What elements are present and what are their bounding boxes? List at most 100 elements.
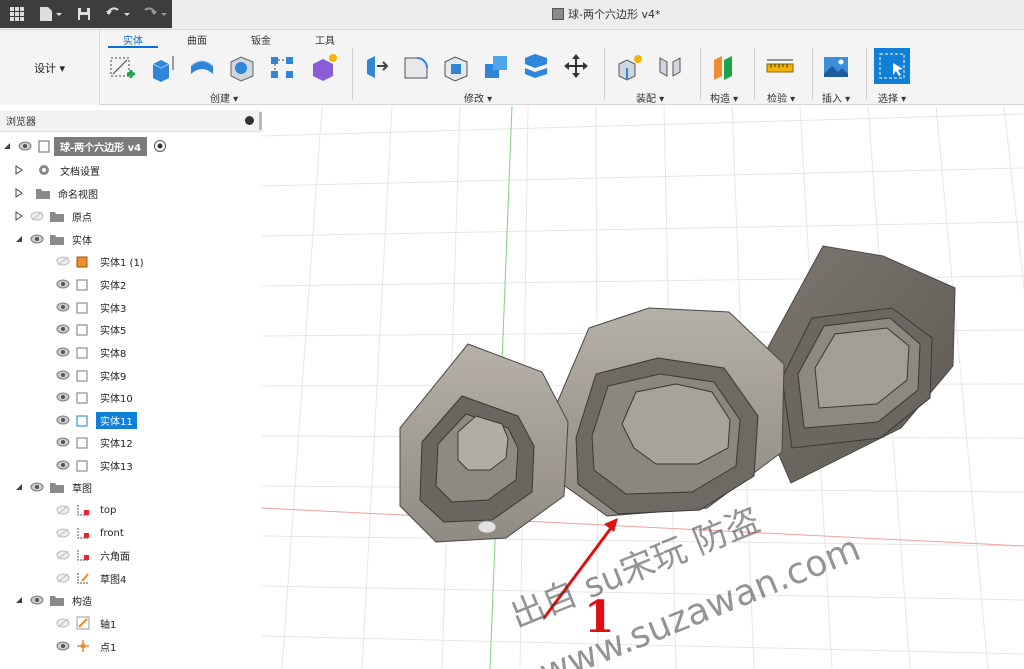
- sketch-label: 草图4: [100, 574, 127, 586]
- sketch-locked-icon: [77, 528, 89, 539]
- revolve-tool[interactable]: [186, 50, 218, 84]
- measure-tool[interactable]: [764, 50, 796, 84]
- tab-surface[interactable]: 曲面: [172, 30, 222, 48]
- eye-icon[interactable]: [56, 347, 70, 357]
- body-row[interactable]: 实体10: [50, 387, 133, 407]
- rectangular-pattern-tool[interactable]: [266, 50, 298, 84]
- body-row-selected[interactable]: 实体11: [50, 410, 137, 430]
- browser-item-doc-settings[interactable]: 文档设置: [14, 160, 100, 180]
- gear-icon: [39, 165, 49, 175]
- grid-menu-icon[interactable]: [4, 3, 30, 25]
- new-component-tool[interactable]: [614, 50, 646, 84]
- eye-icon[interactable]: [30, 234, 44, 244]
- extrude-tool[interactable]: [146, 50, 178, 84]
- browser-item-sketches[interactable]: 草图: [14, 477, 92, 497]
- eye-icon[interactable]: [56, 415, 70, 425]
- collapse-triangle-icon[interactable]: [14, 234, 24, 244]
- eye-hidden-icon[interactable]: [56, 528, 70, 538]
- browser-root-row[interactable]: 球-两个六边形 v4: [2, 136, 167, 156]
- browser-item-origin[interactable]: 原点: [14, 206, 92, 226]
- collapse-browser-icon[interactable]: [245, 116, 254, 125]
- separator: [754, 48, 755, 100]
- model-viewport[interactable]: 1 出自 su宋玩 防盗 www.suzawan.com: [262, 106, 1024, 669]
- browser-item-bodies[interactable]: 实体: [14, 229, 92, 249]
- construct-group-label[interactable]: 构造 ▾: [710, 90, 738, 105]
- combine-tool[interactable]: [480, 50, 512, 84]
- offset-plane-tool[interactable]: [708, 50, 740, 84]
- expand-triangle-icon[interactable]: [14, 188, 24, 198]
- browser-item-construction[interactable]: 构造: [14, 590, 92, 610]
- expand-triangle-icon[interactable]: [14, 211, 24, 221]
- body-row[interactable]: 实体2: [50, 274, 126, 294]
- joint-tool[interactable]: [654, 50, 686, 84]
- body-row[interactable]: 实体9: [50, 365, 126, 385]
- undo-icon[interactable]: [101, 3, 135, 25]
- redo-icon[interactable]: [138, 3, 172, 25]
- shell-tool[interactable]: [440, 50, 472, 84]
- construct-row[interactable]: 轴1: [50, 613, 116, 633]
- select-group-label[interactable]: 选择 ▾: [878, 90, 906, 105]
- file-menu-icon[interactable]: [34, 3, 68, 25]
- panel-resize-handle[interactable]: [259, 112, 262, 130]
- insert-group-label[interactable]: 插入 ▾: [822, 90, 850, 105]
- tab-tools[interactable]: 工具: [300, 30, 350, 48]
- modify-group-label[interactable]: 修改 ▾: [464, 90, 492, 105]
- collapse-triangle-icon[interactable]: [2, 141, 12, 151]
- eye-hidden-icon[interactable]: [56, 505, 70, 515]
- construct-row[interactable]: 点1: [50, 636, 116, 656]
- eye-icon[interactable]: [56, 302, 70, 312]
- activate-radio-icon[interactable]: [153, 139, 167, 153]
- eye-icon[interactable]: [56, 437, 70, 447]
- eye-icon[interactable]: [56, 392, 70, 402]
- tab-solid[interactable]: 实体: [108, 30, 158, 48]
- assemble-group-label[interactable]: 装配 ▾: [636, 90, 664, 105]
- eye-icon[interactable]: [30, 482, 44, 492]
- select-tool[interactable]: [874, 48, 910, 84]
- sketch-row[interactable]: 草图4: [50, 568, 126, 588]
- browser-item-named-views[interactable]: 命名视图: [14, 183, 98, 203]
- collapse-triangle-icon[interactable]: [14, 482, 24, 492]
- eye-icon[interactable]: [56, 641, 70, 651]
- folder-icon: [50, 482, 64, 493]
- body-row[interactable]: 实体8: [50, 342, 126, 362]
- create-group-label[interactable]: 创建 ▾: [210, 90, 238, 105]
- eye-hidden-icon[interactable]: [56, 550, 70, 560]
- revolve-icon: [190, 60, 214, 74]
- inspect-group-label[interactable]: 检验 ▾: [767, 90, 795, 105]
- eye-icon[interactable]: [30, 595, 44, 605]
- body-row[interactable]: 实体13: [50, 455, 133, 475]
- split-body-tool[interactable]: [520, 50, 552, 84]
- workspace-switcher[interactable]: 设计 ▾: [0, 30, 100, 105]
- eye-hidden-icon[interactable]: [56, 573, 70, 583]
- sketch-row[interactable]: front: [50, 523, 124, 543]
- tab-sheet-metal[interactable]: 钣金: [236, 30, 286, 48]
- body-icon: [76, 415, 88, 426]
- fillet-tool[interactable]: [400, 50, 432, 84]
- eye-icon[interactable]: [56, 460, 70, 470]
- insert-image-icon: [824, 57, 848, 77]
- sketch-row[interactable]: top: [50, 500, 116, 520]
- document-tab[interactable]: 球-两个六边形 v4*: [552, 6, 660, 22]
- expand-triangle-icon[interactable]: [14, 165, 24, 175]
- collapse-triangle-icon[interactable]: [14, 595, 24, 605]
- eye-hidden-icon[interactable]: [56, 256, 70, 266]
- eye-hidden-icon[interactable]: [30, 211, 44, 221]
- press-pull-tool[interactable]: [360, 50, 392, 84]
- eye-icon[interactable]: [18, 141, 32, 151]
- eye-icon[interactable]: [56, 370, 70, 380]
- body-row[interactable]: 实体1 (1): [50, 251, 144, 271]
- save-icon[interactable]: [71, 3, 97, 25]
- eye-icon[interactable]: [56, 324, 70, 334]
- create-sketch-tool[interactable]: [106, 50, 138, 84]
- body-label: 实体12: [100, 438, 133, 450]
- hole-tool[interactable]: [226, 50, 258, 84]
- body-row[interactable]: 实体3: [50, 297, 126, 317]
- eye-hidden-icon[interactable]: [56, 618, 70, 628]
- body-row[interactable]: 实体12: [50, 432, 133, 452]
- create-form-tool[interactable]: [308, 50, 340, 84]
- sketch-row[interactable]: 六角面: [50, 545, 130, 565]
- body-row[interactable]: 实体5: [50, 319, 126, 339]
- eye-icon[interactable]: [56, 279, 70, 289]
- insert-canvas-tool[interactable]: [820, 50, 852, 84]
- move-tool[interactable]: [560, 50, 592, 84]
